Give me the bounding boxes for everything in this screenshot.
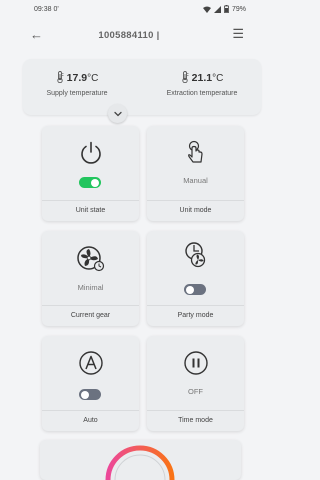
time-mode-value: OFF <box>188 387 203 396</box>
auto-label: Auto <box>42 410 139 431</box>
current-gear-tile[interactable]: Minimal Current gear <box>42 231 139 326</box>
party-mode-tile[interactable]: Party mode <box>147 231 244 326</box>
supply-temperature: 17.9°C Supply temperature <box>23 71 131 97</box>
current-gear-label: Current gear <box>42 305 139 326</box>
battery-percent: 79% <box>231 5 246 13</box>
expand-button[interactable] <box>108 104 127 123</box>
status-icons: 79% <box>202 5 246 13</box>
current-gear-value: Minimal <box>77 283 104 292</box>
unit-state-label: Unit state <box>42 200 139 221</box>
thermometer-icon <box>57 71 64 84</box>
status-time: 09:38 0' <box>34 6 59 13</box>
unit-state-tile[interactable]: Unit state <box>42 126 139 221</box>
power-icon <box>80 141 101 164</box>
signal-icon <box>213 5 221 13</box>
unit-state-toggle[interactable] <box>79 177 101 188</box>
device-title: 1005884110 | <box>98 30 160 41</box>
hamburger-menu-icon[interactable]: ☰ <box>232 26 244 42</box>
fan-timer-icon <box>184 242 205 268</box>
temperature-card: 17.9°C Supply temperature 21.1°C Extract… <box>23 59 261 115</box>
status-bar: 09:38 0' 79% <box>0 0 258 22</box>
fan-icon <box>76 246 104 272</box>
extraction-temperature-value: 21.1 <box>191 72 213 84</box>
extraction-temperature-label: Extraction temperature <box>166 90 238 97</box>
gauge-arc-icon <box>105 445 175 480</box>
unit-mode-label: Unit mode <box>147 200 244 221</box>
gauge-card[interactable] <box>40 440 241 480</box>
party-mode-label: Party mode <box>147 305 244 326</box>
thermometer-icon <box>182 71 189 84</box>
app-header: ← 1005884110 | ☰ <box>0 22 258 50</box>
time-mode-tile[interactable]: OFF Time mode <box>147 336 244 431</box>
supply-temperature-unit: °C <box>87 73 99 84</box>
circle-a-icon <box>78 351 103 375</box>
wifi-icon <box>202 6 211 13</box>
supply-temperature-label: Supply temperature <box>46 90 108 97</box>
auto-toggle[interactable] <box>79 389 101 400</box>
supply-temperature-value: 17.9 <box>66 72 88 84</box>
chevron-down-icon <box>113 111 122 116</box>
unit-mode-value: Manual <box>183 176 208 185</box>
battery-icon <box>224 5 229 13</box>
hand-pointer-icon <box>187 140 203 163</box>
unit-mode-tile[interactable]: Manual Unit mode <box>147 126 244 221</box>
pause-circle-icon <box>183 351 208 375</box>
time-mode-label: Time mode <box>147 410 244 431</box>
extraction-temperature: 21.1°C Extraction temperature <box>143 71 261 97</box>
extraction-temperature-unit: °C <box>212 73 224 84</box>
party-mode-toggle[interactable] <box>184 284 206 295</box>
auto-tile[interactable]: Auto <box>42 336 139 431</box>
